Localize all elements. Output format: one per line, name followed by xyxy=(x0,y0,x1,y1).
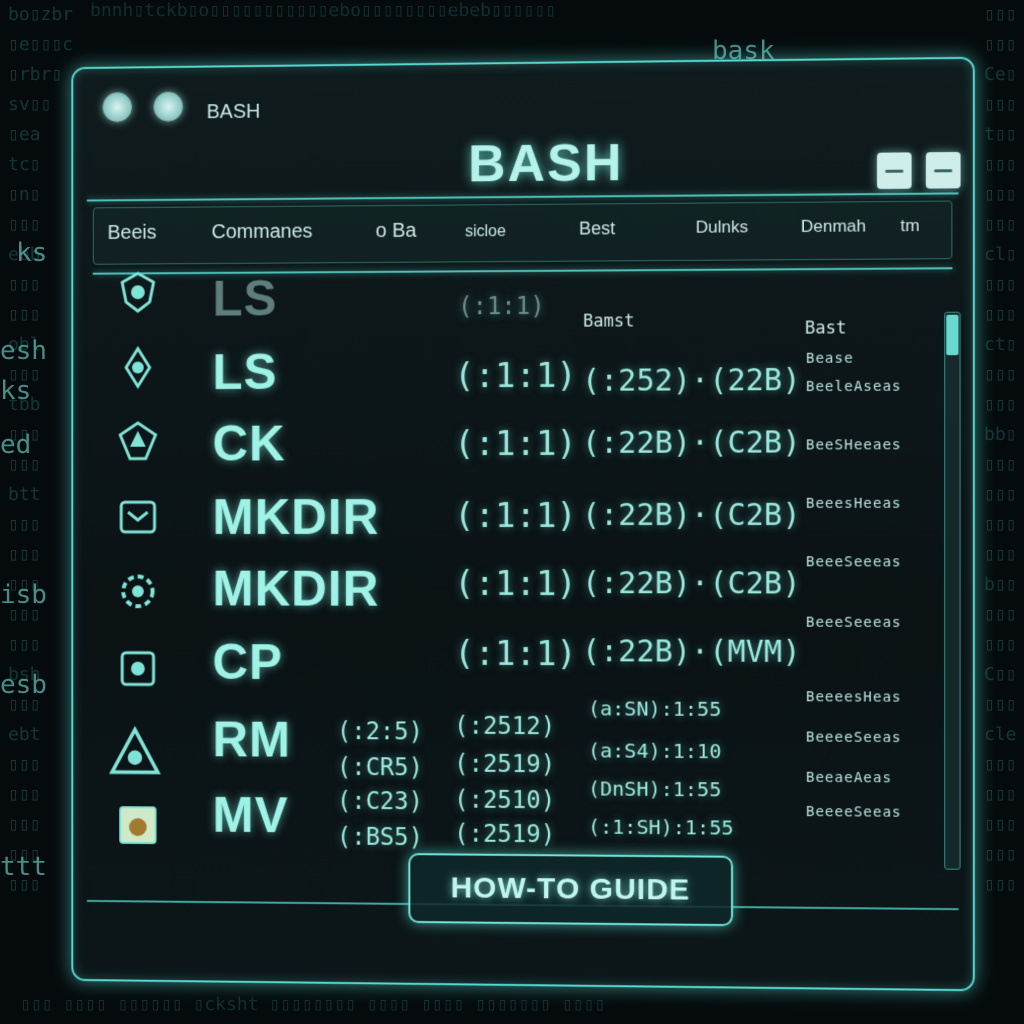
matrix-row: ▯▯▯ ▯▯▯▯ ▯▯▯▯▯▯ ▯cksht ▯▯▯▯▯▯▯▯ ▯▯▯▯ ▯▯▯… xyxy=(20,990,605,1024)
title-bar: BASH xyxy=(73,59,973,139)
command-value: (:1:1) xyxy=(454,356,577,396)
window-title: BASH xyxy=(468,133,623,194)
matrix-word: isb xyxy=(0,580,47,610)
command-value: (:2519) xyxy=(454,820,555,849)
command-value: (:1:1) xyxy=(454,496,577,536)
scrollbar-thumb[interactable] xyxy=(946,315,958,355)
command-desc: BeeaeAeas xyxy=(806,770,892,787)
matrix-column: ▯▯▯ ▯▯▯ Ce▯ ▯▯▯ t▯▯ ▯▯▯ ▯▯▯ ▯▯▯ cl▯ ▯▯▯ … xyxy=(984,0,1017,1024)
emblem-icon xyxy=(116,419,159,463)
header-tab-guide[interactable]: sicloe xyxy=(465,223,506,241)
command-desc: Bease xyxy=(806,351,854,367)
bash-window: BASH BASH Beeis Commanes o Ba sicloe Bes… xyxy=(71,57,975,992)
command-value: (:1:1) xyxy=(454,634,577,674)
badge-icon xyxy=(116,803,159,847)
header-tab-right4[interactable]: tm xyxy=(900,216,919,236)
command-value: (:252)·(22B) xyxy=(582,363,800,399)
header-tab-left[interactable]: Beeis xyxy=(107,222,156,245)
command-desc: BeeleAseas xyxy=(806,379,902,395)
command-label[interactable]: MKDIR xyxy=(213,488,380,546)
matrix-word: ks xyxy=(16,238,47,268)
command-value: (:2512) xyxy=(454,712,555,740)
column-header-best: Bamst xyxy=(583,311,634,331)
window-close-button[interactable] xyxy=(103,92,132,122)
header-bar: Beeis Commanes o Ba sicloe Best Dulnks D… xyxy=(93,201,953,265)
command-desc: BeeeeSeeas xyxy=(806,729,902,746)
header-tab-right3[interactable]: Denmah xyxy=(801,216,866,237)
command-value: (:22B)·(C2B) xyxy=(582,425,800,461)
folder-icon xyxy=(116,494,159,538)
command-desc: BeeSHeeaes xyxy=(806,437,902,453)
matrix-row: bnnh▯tckb▯o▯▯▯▯▯▯▯▯▯▯▯ebo▯▯▯▯▯▯▯▯ebeb▯▯▯… xyxy=(90,0,556,36)
matrix-word: ttt xyxy=(0,852,47,882)
command-value: (:BS5) xyxy=(337,823,423,852)
matrix-word: ed xyxy=(0,430,31,460)
command-label[interactable]: RM xyxy=(213,711,292,769)
compass-icon xyxy=(116,346,159,390)
matrix-word: esb xyxy=(0,670,47,700)
command-value: (:CR5) xyxy=(337,753,423,781)
command-value: (:22B)·(C2B) xyxy=(582,498,800,533)
command-desc: BeeeesHeas xyxy=(806,689,902,706)
command-value: (:C23) xyxy=(337,787,423,816)
column-header-desc: Bast xyxy=(805,318,847,338)
command-value: (:2510) xyxy=(454,786,555,815)
gear-icon xyxy=(116,570,159,614)
command-value: (:1:SH):1:55 xyxy=(588,815,733,840)
matrix-word: esh xyxy=(0,336,47,366)
window-minimize-button[interactable] xyxy=(154,92,183,122)
command-value: (:1:1) xyxy=(454,564,577,604)
command-value: (a:SN):1:55 xyxy=(588,696,721,721)
command-desc: BeeeSeeeas xyxy=(806,615,902,631)
command-desc: BeeeSeeeas xyxy=(806,554,902,570)
minimize-control-button[interactable] xyxy=(877,152,912,189)
command-value: (:22B)·(MVM) xyxy=(582,634,800,670)
command-value: (:22B)·(C2B) xyxy=(582,566,800,601)
command-value: (:1:1) xyxy=(454,424,577,464)
shield-icon xyxy=(116,270,159,314)
box-icon xyxy=(116,647,159,691)
header-tab-commands[interactable]: Commanes xyxy=(212,221,313,245)
command-label[interactable]: LS xyxy=(213,270,278,328)
command-value: (:2519) xyxy=(454,750,555,779)
header-tab-mid[interactable]: o Ba xyxy=(376,220,417,243)
command-value: (:1:1) xyxy=(458,292,545,320)
maximize-control-button[interactable] xyxy=(926,152,961,189)
command-desc: BeeeeSeeas xyxy=(806,804,902,821)
matrix-word: ks xyxy=(0,376,31,406)
command-label[interactable]: CP xyxy=(213,633,283,691)
command-label[interactable]: LS xyxy=(213,343,278,401)
command-value: (a:S4):1:10 xyxy=(588,738,721,763)
header-tab-right2[interactable]: Dulnks xyxy=(696,217,748,237)
command-value: (DnSH):1:55 xyxy=(588,776,721,801)
header-tab-right1[interactable]: Best xyxy=(579,218,615,239)
command-value: (:2:5) xyxy=(337,717,423,745)
triangle-emblem-icon xyxy=(108,726,161,780)
command-label[interactable]: MV xyxy=(213,786,289,844)
command-desc: BeeesHeeas xyxy=(806,496,902,512)
window-label: BASH xyxy=(207,101,261,124)
scrollbar[interactable] xyxy=(944,312,960,870)
command-label[interactable]: CK xyxy=(213,415,286,473)
command-label[interactable]: MKDIR xyxy=(213,560,380,618)
how-to-guide-button[interactable]: HOW-TO GUIDE xyxy=(408,853,733,926)
